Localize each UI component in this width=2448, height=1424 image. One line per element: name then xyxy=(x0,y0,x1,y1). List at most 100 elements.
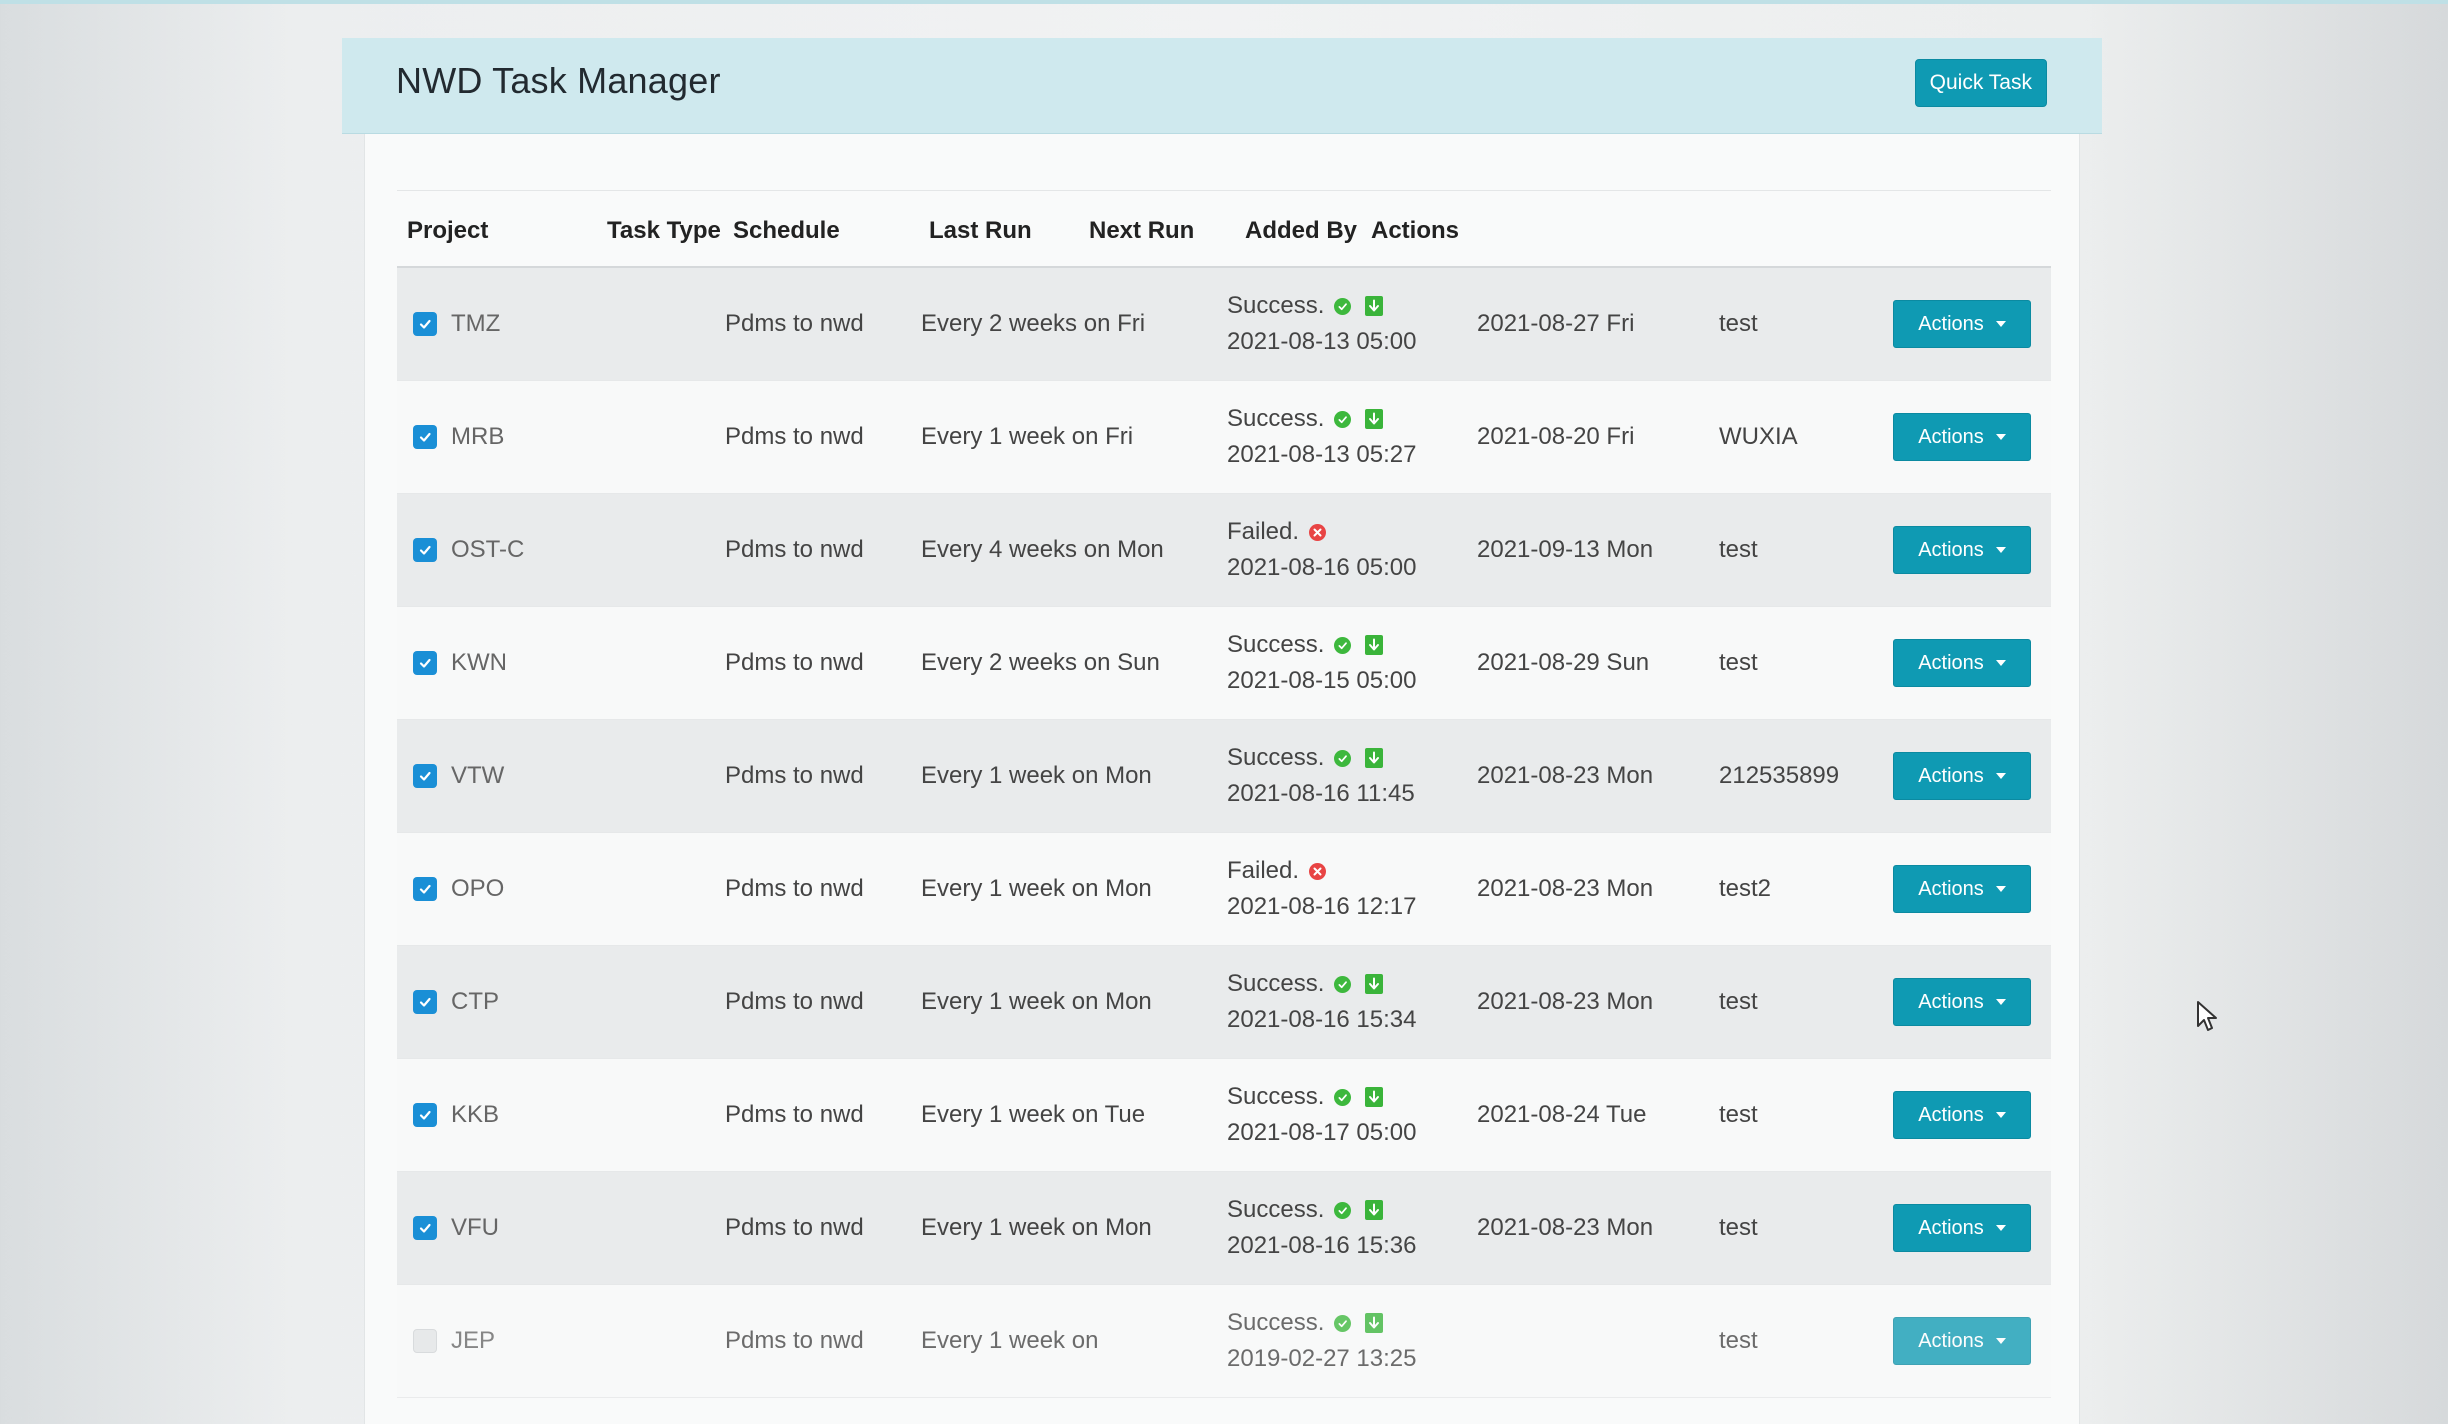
actions-cell: Actions xyxy=(1893,1059,2031,1171)
download-icon[interactable] xyxy=(1365,635,1384,655)
actions-cell: Actions xyxy=(1893,494,2031,606)
header-task-type: Task Type xyxy=(607,217,721,244)
actions-dropdown-button[interactable]: Actions xyxy=(1893,752,2031,800)
status-text: Failed. xyxy=(1227,857,1300,884)
last-run-time: 2021-08-16 11:45 xyxy=(1227,780,1415,807)
project-name: CTP xyxy=(451,988,499,1015)
project-name: VFU xyxy=(451,1214,499,1241)
project-name: MRB xyxy=(451,423,505,450)
task-card: Project Task Type Schedule Last Run Next… xyxy=(364,134,2080,1424)
added-by: 212535899 xyxy=(1719,762,1840,789)
actions-cell: Actions xyxy=(1893,946,2031,1058)
status-line: Success. xyxy=(1227,627,1384,663)
task-type: Pdms to nwd xyxy=(725,1327,864,1354)
check-circle-icon xyxy=(1334,1088,1352,1106)
next-run: 2021-08-29 Sun xyxy=(1477,649,1650,676)
download-icon[interactable] xyxy=(1365,296,1384,316)
header-added-by: Added By xyxy=(1245,217,1358,244)
download-icon[interactable] xyxy=(1365,974,1384,994)
caret-down-icon xyxy=(1995,999,2006,1005)
download-icon[interactable] xyxy=(1365,748,1384,768)
added-by: WUXIA xyxy=(1719,423,1798,450)
schedule: Every 1 week on Mon xyxy=(921,762,1152,789)
next-run: 2021-09-13 Mon xyxy=(1477,536,1654,563)
project-name: OPO xyxy=(451,875,505,902)
checkbox-icon[interactable] xyxy=(413,990,437,1014)
actions-cell: Actions xyxy=(1893,1172,2031,1284)
status-text: Success. xyxy=(1227,744,1325,771)
last-run-cell: Success. 2021-08-16 15:36 xyxy=(1227,1172,1417,1284)
last-run-time: 2021-08-13 05:27 xyxy=(1227,441,1417,468)
project-name: JEP xyxy=(451,1327,496,1354)
added-by: test xyxy=(1719,1327,1758,1354)
last-run-cell: Success. 2021-08-13 05:27 xyxy=(1227,381,1417,493)
checkbox-icon[interactable] xyxy=(413,1103,437,1127)
checkbox-icon[interactable] xyxy=(413,1329,437,1353)
project-cell: OST-C xyxy=(413,494,524,606)
download-icon[interactable] xyxy=(1365,1313,1384,1333)
checkbox-icon[interactable] xyxy=(413,1216,437,1240)
x-circle-icon xyxy=(1309,862,1327,880)
quick-task-button[interactable]: Quick Task xyxy=(1914,59,2047,107)
actions-dropdown-button[interactable]: Actions xyxy=(1893,1091,2031,1139)
task-type: Pdms to nwd xyxy=(725,762,864,789)
project-cell: KKB xyxy=(413,1059,499,1171)
actions-dropdown-button[interactable]: Actions xyxy=(1893,300,2031,348)
task-type: Pdms to nwd xyxy=(725,988,864,1015)
status-line: Success. xyxy=(1227,401,1384,437)
status-line: Failed. xyxy=(1227,853,1327,889)
actions-dropdown-button[interactable]: Actions xyxy=(1893,1204,2031,1252)
checkbox-icon[interactable] xyxy=(413,877,437,901)
last-run-time: 2021-08-13 05:00 xyxy=(1227,328,1417,355)
schedule: Every 2 weeks on Fri xyxy=(921,310,1146,337)
actions-dropdown-button[interactable]: Actions xyxy=(1893,413,2031,461)
status-text: Success. xyxy=(1227,1083,1325,1110)
checkbox-icon[interactable] xyxy=(413,538,437,562)
table-row: OPO Pdms to nwd Every 1 week on Mon Failed.… xyxy=(397,833,2051,946)
project-cell: VFU xyxy=(413,1172,499,1284)
checkbox-icon[interactable] xyxy=(413,651,437,675)
task-type: Pdms to nwd xyxy=(725,1214,864,1241)
actions-label: Actions xyxy=(1918,538,1984,561)
download-icon[interactable] xyxy=(1365,1200,1384,1220)
check-circle-icon xyxy=(1334,410,1352,428)
actions-dropdown-button[interactable]: Actions xyxy=(1893,1317,2031,1365)
last-run-cell: Success. 2021-08-16 15:34 xyxy=(1227,946,1417,1058)
caret-down-icon xyxy=(1995,434,2006,440)
header-actions: Actions xyxy=(1371,217,1460,244)
actions-dropdown-button[interactable]: Actions xyxy=(1893,639,2031,687)
checkbox-icon[interactable] xyxy=(413,425,437,449)
check-circle-icon xyxy=(1334,1314,1352,1332)
download-icon[interactable] xyxy=(1365,409,1384,429)
check-circle-icon xyxy=(1334,1201,1352,1219)
actions-dropdown-button[interactable]: Actions xyxy=(1893,865,2031,913)
next-run: 2021-08-24 Tue xyxy=(1477,1101,1647,1128)
actions-dropdown-button[interactable]: Actions xyxy=(1893,526,2031,574)
last-run-time: 2021-08-17 05:00 xyxy=(1227,1119,1417,1146)
schedule: Every 2 weeks on Sun xyxy=(921,649,1160,676)
header-next-run: Next Run xyxy=(1089,217,1195,244)
actions-label: Actions xyxy=(1918,312,1984,335)
task-type: Pdms to nwd xyxy=(725,536,864,563)
table-row: CTP Pdms to nwd Every 1 week on Mon Success… xyxy=(397,946,2051,1059)
last-run-time: 2021-08-16 15:36 xyxy=(1227,1232,1417,1259)
actions-cell: Actions xyxy=(1893,833,2031,945)
check-circle-icon xyxy=(1334,749,1352,767)
schedule: Every 1 week on Mon xyxy=(921,988,1152,1015)
project-name: KKB xyxy=(451,1101,500,1128)
status-text: Success. xyxy=(1227,292,1325,319)
actions-cell: Actions xyxy=(1893,607,2031,719)
table-row: MRB Pdms to nwd Every 1 week on Fri Success… xyxy=(397,381,2051,494)
actions-label: Actions xyxy=(1918,651,1984,674)
last-run-cell: Success. 2021-08-16 11:45 xyxy=(1227,720,1415,832)
check-circle-icon xyxy=(1334,297,1352,315)
table-header: Project Task Type Schedule Last Run Next… xyxy=(397,190,2051,268)
status-line: Success. xyxy=(1227,1192,1384,1228)
status-line: Success. xyxy=(1227,288,1384,324)
checkbox-icon[interactable] xyxy=(413,764,437,788)
download-icon[interactable] xyxy=(1365,1087,1384,1107)
actions-dropdown-button[interactable]: Actions xyxy=(1893,978,2031,1026)
last-run-cell: Success. 2021-08-17 05:00 xyxy=(1227,1059,1417,1171)
checkbox-icon[interactable] xyxy=(413,312,437,336)
header-last-run: Last Run xyxy=(929,217,1032,244)
